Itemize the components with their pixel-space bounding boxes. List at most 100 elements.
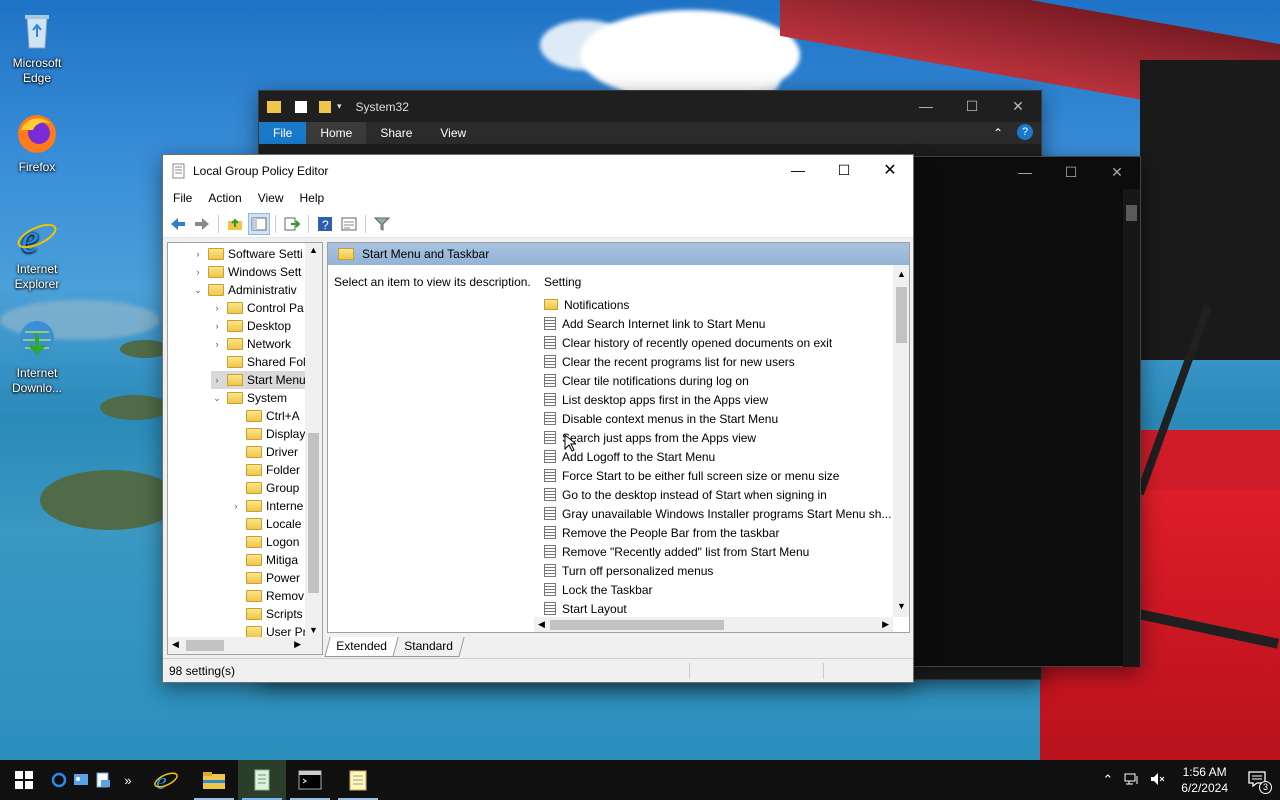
collapse-chevron-icon[interactable]: ⌄: [211, 393, 223, 404]
tree-item[interactable]: ⌄ System: [211, 389, 307, 407]
action-center-icon[interactable]: 3: [1238, 770, 1280, 794]
scroll-left-icon[interactable]: ◀: [172, 639, 179, 650]
close-button[interactable]: ✕: [1094, 157, 1140, 187]
taskbar-file-explorer[interactable]: [190, 760, 238, 800]
menu-file[interactable]: File: [165, 188, 200, 208]
policy-setting-item[interactable]: Go to the desktop instead of Start when …: [544, 485, 827, 504]
help-icon[interactable]: ?: [1009, 122, 1041, 144]
expand-chevron-icon[interactable]: ›: [211, 321, 223, 331]
tab-extended[interactable]: Extended: [324, 637, 399, 657]
desktop-icon-edge[interactable]: Microsoft Edge: [1, 8, 73, 86]
scrollbar-thumb[interactable]: [308, 433, 319, 593]
scroll-down-icon[interactable]: ▼: [897, 601, 906, 611]
console-scrollbar[interactable]: [1123, 189, 1140, 667]
toolbar-overflow-button[interactable]: »: [114, 760, 142, 800]
menu-view[interactable]: View: [250, 188, 292, 208]
tree-item[interactable]: › Desktop: [211, 317, 311, 335]
start-button[interactable]: [0, 760, 48, 800]
column-header-setting[interactable]: Setting: [544, 275, 581, 289]
desktop-icon-idm[interactable]: Internet Downlo...: [1, 318, 73, 396]
close-button[interactable]: ✕: [995, 91, 1041, 121]
show-hide-tree-icon[interactable]: [248, 212, 270, 235]
settings-folder-item[interactable]: Notifications: [544, 295, 629, 314]
show-hidden-icons-chevron-icon[interactable]: ⌃: [1096, 772, 1119, 788]
taskbar-group-policy[interactable]: [238, 760, 286, 800]
expand-chevron-icon[interactable]: ›: [211, 339, 223, 349]
minimize-button[interactable]: —: [903, 91, 949, 121]
filter-icon[interactable]: [371, 213, 393, 235]
navigation-tree[interactable]: › Software Setti › Windows Sett ⌄ Administrat…: [167, 242, 323, 655]
expand-chevron-icon[interactable]: ›: [192, 267, 204, 277]
tree-item[interactable]: › Windows Sett: [192, 263, 321, 281]
minimize-button[interactable]: —: [1002, 157, 1048, 187]
back-arrow-icon[interactable]: [167, 213, 189, 235]
expand-chevron-icon[interactable]: ›: [230, 501, 242, 511]
policy-setting-item[interactable]: Remove the People Bar from the taskbar: [544, 523, 779, 542]
scroll-right-icon[interactable]: ▶: [882, 619, 889, 630]
policy-setting-item[interactable]: Disable context menus in the Start Menu: [544, 409, 778, 428]
expand-chevron-icon[interactable]: ›: [211, 375, 223, 385]
taskbar-notepad[interactable]: [334, 760, 382, 800]
search-circle-icon[interactable]: [48, 760, 70, 800]
desktop-icon-firefox[interactable]: Firefox: [1, 112, 73, 175]
ribbon-tab-view[interactable]: View: [426, 122, 480, 144]
console-window[interactable]: — ☐ ✕: [912, 156, 1141, 667]
network-icon[interactable]: [1119, 772, 1145, 789]
ribbon-tab-share[interactable]: Share: [366, 122, 426, 144]
document-icon[interactable]: [92, 760, 114, 800]
list-vertical-scrollbar[interactable]: ▲ ▼: [893, 265, 909, 617]
clock[interactable]: 1:56 AM 6/2/2024: [1171, 764, 1238, 796]
policy-setting-item[interactable]: Clear history of recently opened documen…: [544, 333, 832, 352]
scroll-up-icon[interactable]: ▲: [309, 245, 318, 255]
policy-setting-item[interactable]: List desktop apps first in the Apps view: [544, 390, 768, 409]
policy-setting-item[interactable]: Lock the Taskbar: [544, 580, 653, 599]
volume-muted-icon[interactable]: [1145, 772, 1171, 789]
tab-standard[interactable]: Standard: [392, 637, 465, 657]
collapse-chevron-icon[interactable]: ⌄: [192, 285, 204, 296]
desktop-icon-internet-explorer[interactable]: e Internet Explorer: [1, 214, 73, 292]
help-icon[interactable]: ?: [314, 213, 336, 235]
gpe-titlebar[interactable]: Local Group Policy Editor — ☐ ✕: [163, 155, 913, 186]
policy-setting-item[interactable]: Remove "Recently added" list from Start …: [544, 542, 809, 561]
menu-help[interactable]: Help: [292, 188, 333, 208]
quick-access-dropdown-icon[interactable]: ▾: [337, 101, 342, 112]
policy-setting-item[interactable]: Clear tile notifications during log on: [544, 371, 749, 390]
scrollbar-thumb[interactable]: [186, 640, 224, 651]
new-folder-icon[interactable]: [319, 100, 331, 113]
taskbar-command-prompt[interactable]: [286, 760, 334, 800]
ribbon-collapse-icon[interactable]: ⌃: [987, 122, 1009, 144]
tree-horizontal-scrollbar[interactable]: ◀ ▶: [168, 637, 322, 654]
minimize-button[interactable]: —: [775, 155, 821, 185]
forward-arrow-icon[interactable]: [191, 213, 213, 235]
tree-item[interactable]: › Software Setti: [192, 245, 322, 263]
policy-setting-item[interactable]: Start Layout: [544, 599, 627, 618]
properties-view-icon[interactable]: [338, 213, 360, 235]
expand-chevron-icon[interactable]: ›: [192, 249, 204, 259]
policy-setting-item[interactable]: Gray unavailable Windows Installer progr…: [544, 504, 891, 523]
maximize-button[interactable]: ☐: [949, 91, 995, 121]
menu-action[interactable]: Action: [200, 188, 249, 208]
expand-chevron-icon[interactable]: ›: [211, 303, 223, 313]
ribbon-tab-home[interactable]: Home: [306, 122, 367, 144]
maximize-button[interactable]: ☐: [821, 155, 867, 185]
tree-item[interactable]: ⌄ Administrativ: [192, 281, 317, 299]
scroll-left-icon[interactable]: ◀: [538, 619, 545, 630]
list-horizontal-scrollbar[interactable]: ◀ ▶: [534, 617, 893, 632]
up-folder-icon[interactable]: [224, 213, 246, 235]
policy-setting-item[interactable]: Force Start to be either full screen siz…: [544, 466, 839, 485]
close-button[interactable]: ✕: [867, 155, 913, 185]
policy-setting-item[interactable]: Clear the recent programs list for new u…: [544, 352, 795, 371]
properties-icon[interactable]: [295, 100, 307, 113]
scroll-down-icon[interactable]: ▼: [309, 625, 318, 635]
contacts-icon[interactable]: [70, 760, 92, 800]
scrollbar-thumb[interactable]: [896, 287, 907, 343]
group-policy-editor-window[interactable]: Local Group Policy Editor — ☐ ✕ File Act…: [162, 154, 914, 683]
tree-item[interactable]: › Network: [211, 335, 311, 353]
tree-vertical-scrollbar[interactable]: ▲ ▼: [305, 243, 322, 637]
scroll-right-icon[interactable]: ▶: [294, 639, 301, 650]
export-list-icon[interactable]: [281, 213, 303, 235]
explorer-titlebar[interactable]: ▾ System32 — ☐ ✕: [259, 91, 1041, 122]
ribbon-tab-file[interactable]: File: [259, 122, 307, 144]
scroll-up-icon[interactable]: ▲: [897, 269, 906, 279]
settings-list[interactable]: Setting Notifications Add Search Internet…: [534, 265, 909, 632]
